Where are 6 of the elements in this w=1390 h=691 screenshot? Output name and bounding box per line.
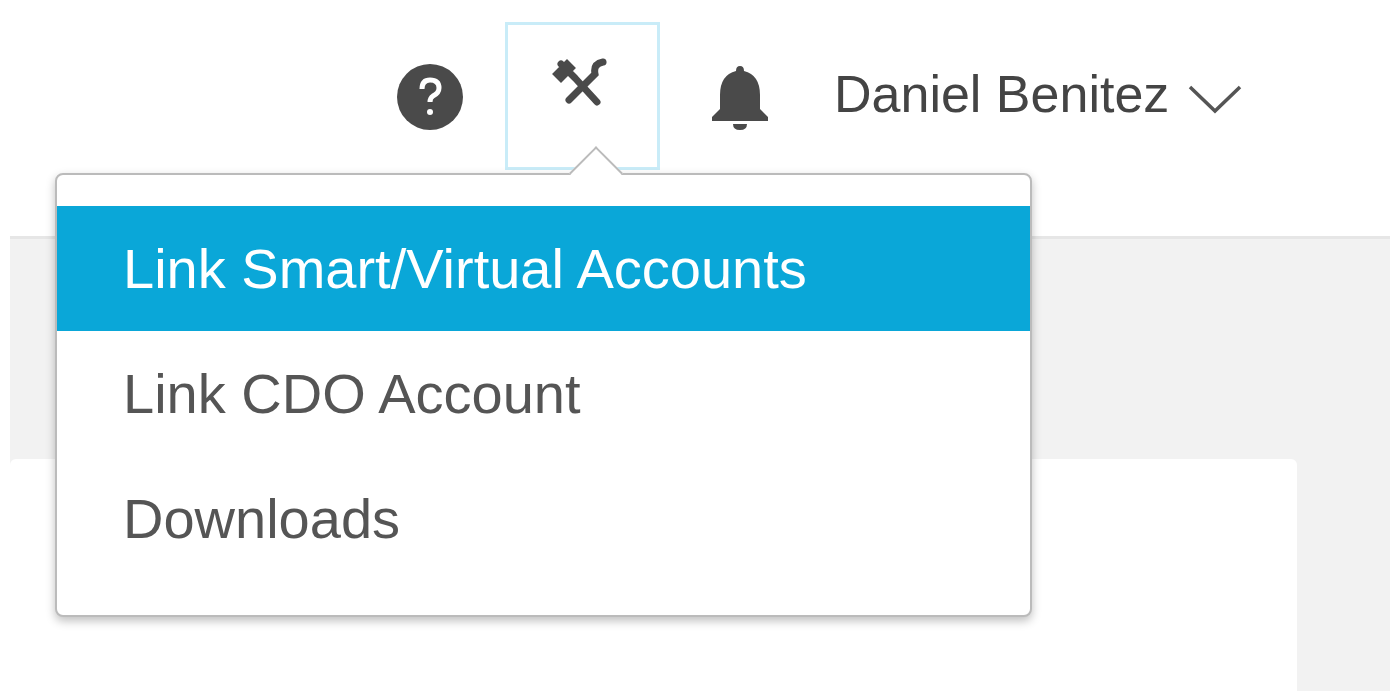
tools-button[interactable]	[505, 22, 660, 170]
user-menu[interactable]: Daniel Benitez	[834, 64, 1244, 124]
chevron-down-icon	[1187, 84, 1244, 114]
menu-item[interactable]: Link CDO Account	[57, 331, 1030, 456]
menu-item[interactable]: Downloads	[57, 456, 1030, 581]
help-icon[interactable]	[395, 62, 465, 132]
